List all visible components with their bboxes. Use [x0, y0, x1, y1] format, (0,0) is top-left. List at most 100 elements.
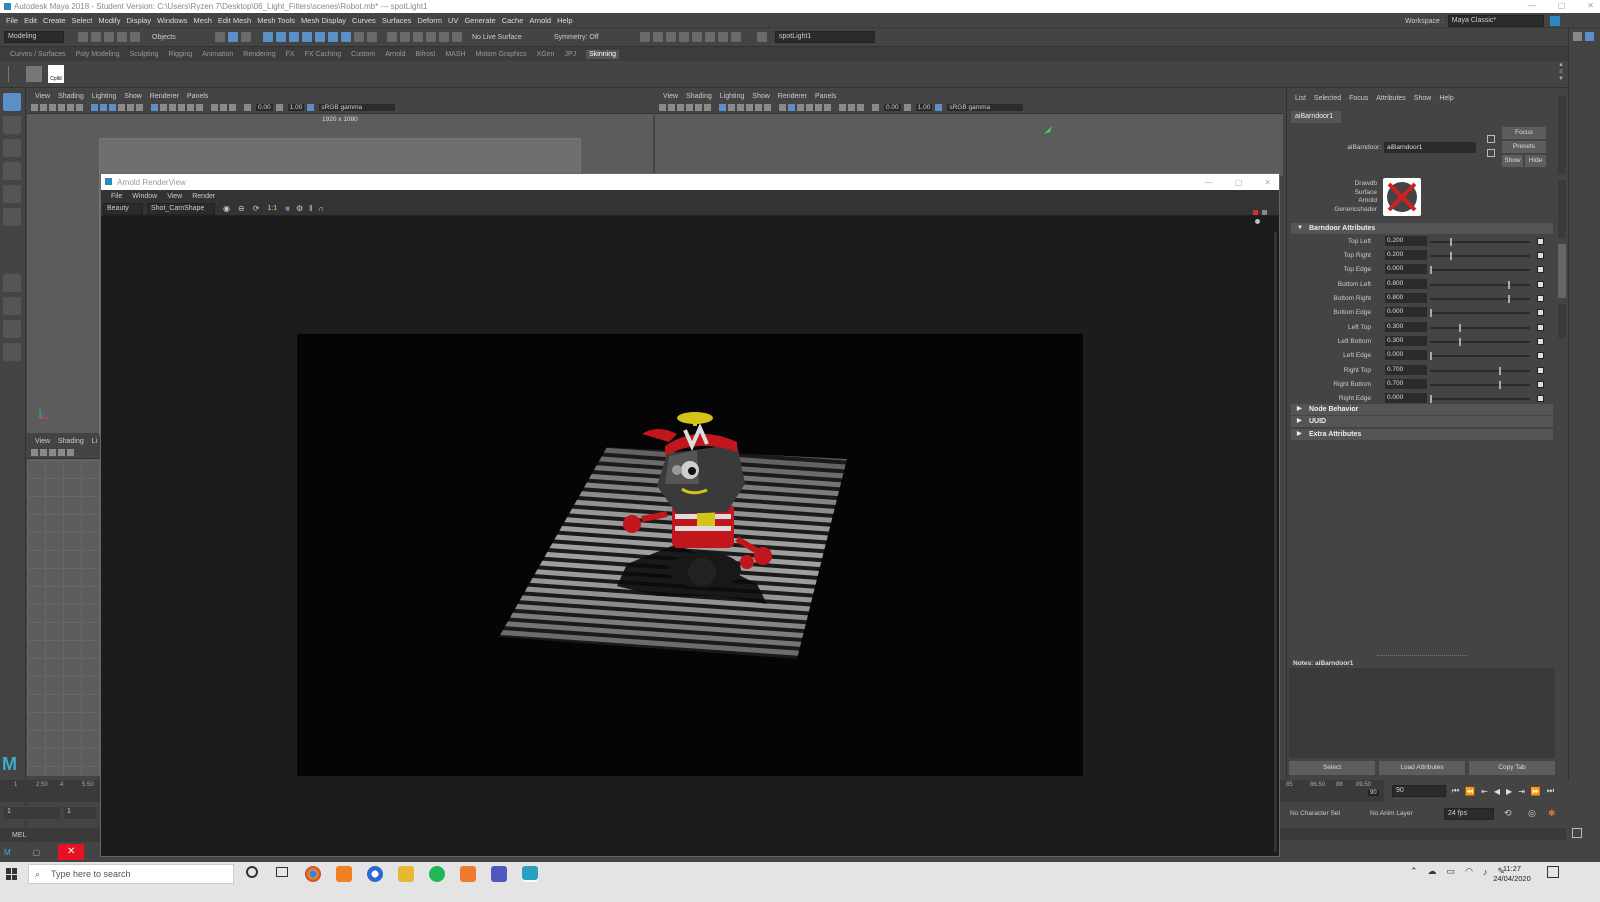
spotlight-icon[interactable]: [1043, 125, 1053, 135]
image-plane-icon[interactable]: [58, 104, 65, 111]
menu-arnold[interactable]: Arnold: [529, 16, 551, 25]
attr-slider[interactable]: [1430, 255, 1530, 257]
isolate-icon[interactable]: [839, 104, 846, 111]
attr-slider-thumb[interactable]: [1459, 324, 1461, 332]
zoom-ratio-label[interactable]: 1:1: [267, 205, 277, 212]
ao-icon[interactable]: [824, 104, 831, 111]
snap-grid-icon[interactable]: [263, 32, 273, 42]
shelf-tab-motion-graphics[interactable]: Motion Graphics: [476, 51, 527, 58]
minimize-icon[interactable]: —: [1205, 178, 1213, 187]
wifi-icon[interactable]: ◠: [1465, 866, 1473, 877]
play-forward-icon[interactable]: ▶: [1506, 787, 1512, 796]
viewport-menu-shading[interactable]: Shading: [58, 93, 84, 100]
menu-deform[interactable]: Deform: [417, 16, 442, 25]
select-tool-icon[interactable]: [3, 93, 21, 111]
attr-slider-thumb[interactable]: [1430, 266, 1432, 274]
ae-menu-show[interactable]: Show: [1414, 95, 1432, 102]
attr-value-field[interactable]: 0.700: [1385, 365, 1427, 375]
viewport-menu-renderer[interactable]: Renderer: [150, 93, 179, 100]
colorspace-toggle-icon[interactable]: [307, 104, 315, 111]
attr-value-field[interactable]: 0.200: [1385, 250, 1427, 260]
menu-uv[interactable]: UV: [448, 16, 458, 25]
attr-slider-thumb[interactable]: [1430, 352, 1432, 360]
fps-dropdown[interactable]: 24 fps: [1444, 808, 1494, 820]
snap-curve-icon[interactable]: [276, 32, 286, 42]
shelf-tab-poly-modeling[interactable]: Poly Modeling: [76, 51, 120, 58]
map-button-icon[interactable]: [1537, 309, 1544, 316]
menu-help[interactable]: Help: [557, 16, 572, 25]
camera-icon[interactable]: [659, 104, 666, 111]
renderview-menu-render[interactable]: Render: [192, 193, 215, 200]
attr-slider-thumb[interactable]: [1430, 309, 1432, 317]
step-forward-frame-icon[interactable]: ⇥: [1518, 787, 1525, 796]
map-button-icon[interactable]: [1537, 266, 1544, 273]
pause-ipr-icon[interactable]: ‖: [309, 204, 312, 213]
viewport-menu-panels[interactable]: Panels: [815, 93, 836, 100]
shelf-menu-icon[interactable]: [8, 66, 14, 82]
volume-icon[interactable]: ♪: [1483, 867, 1488, 877]
exposure-icon[interactable]: [872, 104, 879, 111]
ipr-stop-icon[interactable]: [718, 32, 728, 42]
2d-pan-icon[interactable]: [67, 104, 74, 111]
symmetry-label[interactable]: Symmetry: Off: [554, 34, 624, 41]
attr-slider-thumb[interactable]: [1450, 238, 1452, 246]
attr-value-field[interactable]: 0.000: [1385, 307, 1427, 317]
viewport-menu-lighting[interactable]: Lighting: [92, 93, 117, 100]
attr-value-field[interactable]: 0.800: [1385, 293, 1427, 303]
attr-value-field[interactable]: 0.700: [1385, 379, 1427, 389]
resolution-gate-icon[interactable]: [109, 104, 116, 111]
viewport-menu-view[interactable]: View: [35, 93, 50, 100]
2d-pan-icon[interactable]: [695, 104, 702, 111]
grid-icon[interactable]: [91, 104, 98, 111]
ae-menu-help[interactable]: Help: [1439, 95, 1453, 102]
2d-pan-icon[interactable]: [67, 449, 74, 456]
render-settings-icon[interactable]: ⚙: [296, 204, 303, 213]
gate-mask-icon[interactable]: [118, 104, 125, 111]
attr-slider-thumb[interactable]: [1459, 338, 1461, 346]
magnet-icon[interactable]: [367, 32, 377, 42]
render-settings-icon[interactable]: [413, 32, 423, 42]
render-view-icon[interactable]: [439, 32, 449, 42]
make-live-icon[interactable]: [328, 32, 338, 42]
command-line-right[interactable]: [1280, 828, 1566, 840]
map-button-icon[interactable]: [1537, 238, 1544, 245]
viewport-menu-lighting[interactable]: Li: [92, 438, 97, 445]
shelf-tab-sculpting[interactable]: Sculpting: [130, 51, 159, 58]
minimize-icon[interactable]: —: [1528, 1, 1536, 10]
ae-focus-button[interactable]: Focus: [1502, 127, 1546, 139]
ae-node-name-field[interactable]: aiBarndoor1: [1384, 142, 1476, 153]
render-sequence-icon[interactable]: [666, 32, 676, 42]
ae-output-connections-icon[interactable]: [1487, 149, 1495, 157]
start-range-field[interactable]: 1: [64, 807, 96, 819]
section-barndoor-attributes[interactable]: ▼ Barndoor Attributes: [1291, 223, 1553, 234]
menu-file[interactable]: File: [6, 16, 18, 25]
maximize-icon[interactable]: ▢: [1558, 1, 1566, 10]
render-frame-icon[interactable]: [653, 32, 663, 42]
stop-render-icon[interactable]: [1253, 210, 1258, 215]
attr-slider[interactable]: [1430, 341, 1530, 343]
maya-taskbar-icon[interactable]: M: [4, 848, 11, 857]
field-chart-icon[interactable]: [127, 104, 134, 111]
display-channels-icon[interactable]: ⊖: [238, 204, 245, 213]
layout-two-icon[interactable]: [3, 320, 21, 338]
exposure-icon[interactable]: [244, 104, 251, 111]
shelf-tab-fx[interactable]: FX: [286, 51, 295, 58]
select-mode-label[interactable]: Objects: [152, 34, 212, 41]
renderview-scrollbar[interactable]: [1274, 232, 1277, 852]
attr-value-field[interactable]: 0.300: [1385, 322, 1427, 332]
layout-four-icon[interactable]: [3, 297, 21, 315]
tab-modeling-toolkit[interactable]: [1558, 180, 1566, 238]
camera-dropdown[interactable]: Shot_CamShape: [147, 202, 215, 215]
smooth-shade-icon[interactable]: [788, 104, 795, 111]
ao-icon[interactable]: [196, 104, 203, 111]
menu-mesh-display[interactable]: Mesh Display: [301, 16, 346, 25]
menu-surfaces[interactable]: Surfaces: [382, 16, 412, 25]
viewport-top-right[interactable]: View Shading Lighting Show Renderer Pane…: [655, 91, 1283, 176]
menu-modify[interactable]: Modify: [98, 16, 120, 25]
snap-projected-icon[interactable]: [302, 32, 312, 42]
teams-icon[interactable]: [491, 866, 507, 882]
render-icon[interactable]: ◉: [223, 204, 230, 213]
tab-human-ik[interactable]: [1558, 304, 1566, 338]
go-to-end-icon[interactable]: ⏭: [1547, 786, 1554, 796]
viewport-bottom-left[interactable]: View Shading Li: [27, 436, 100, 776]
